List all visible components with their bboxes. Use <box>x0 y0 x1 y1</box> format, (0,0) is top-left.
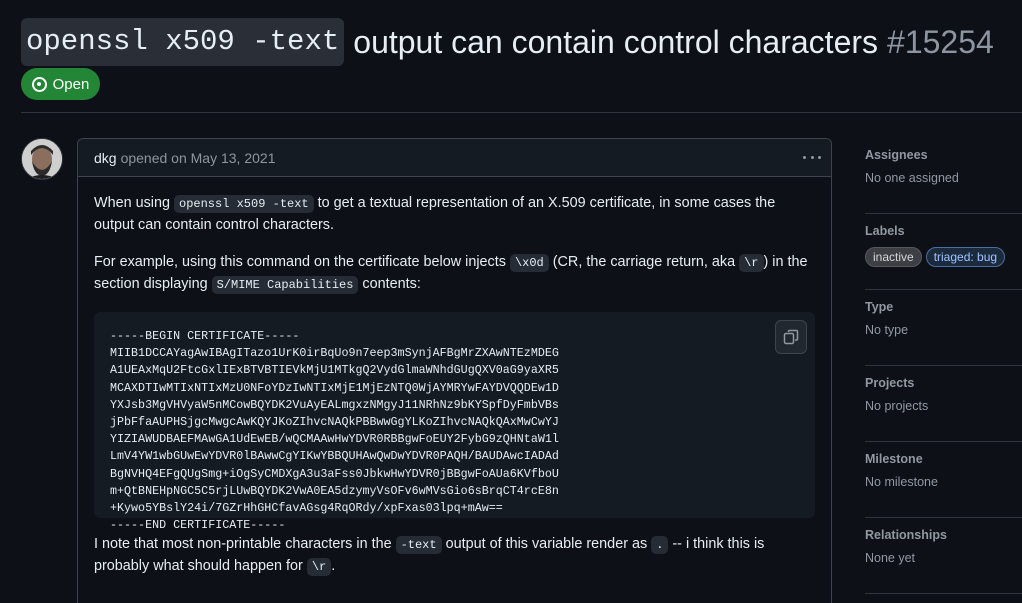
inline-code: S/MIME Capabilities <box>211 276 359 294</box>
inline-code: openssl x509 -text <box>174 195 314 213</box>
comment-header: dkg opened on May 13, 2021 <box>78 139 831 177</box>
inline-code: \r <box>306 558 332 576</box>
certificate-code-block: -----BEGIN CERTIFICATE----- MIIB1DCCAYag… <box>94 312 815 532</box>
sidebar-type: Type No type <box>865 290 1022 366</box>
sidebar-relationships: Relationships None yet <box>865 518 1022 594</box>
comment-paragraph-3: I note that most non-printable character… <box>94 534 815 578</box>
issue-description-comment: dkg opened on May 13, 2021 When using op… <box>77 138 832 603</box>
assignees-heading[interactable]: Assignees <box>865 148 1022 162</box>
comment-author-link[interactable]: dkg <box>94 150 117 166</box>
kebab-dot <box>818 155 821 159</box>
issue-title-code: openssl x509 -text <box>21 18 345 66</box>
comment-paragraph-1: When using openssl x509 -text to get a t… <box>94 193 815 236</box>
inline-code: \x0d <box>509 254 549 272</box>
issue-sidebar: Assignees No one assigned Labels inactiv… <box>865 138 1022 594</box>
open-issue-icon <box>31 76 47 92</box>
issue-title: openssl x509 -text output can contain co… <box>21 18 994 66</box>
issue-page: openssl x509 -text output can contain co… <box>0 0 1022 603</box>
copy-icon <box>783 329 799 345</box>
type-heading[interactable]: Type <box>865 300 1022 314</box>
avatar-image <box>22 139 62 179</box>
text-run: contents: <box>358 276 421 292</box>
labels-list: inactive triaged: bug <box>865 247 1022 267</box>
comment-paragraph-2: For example, using this command on the c… <box>94 252 815 296</box>
relationships-heading[interactable]: Relationships <box>865 528 1022 542</box>
sidebar-milestone: Milestone No milestone <box>865 442 1022 518</box>
inline-code: . <box>651 536 669 554</box>
sidebar-assignees: Assignees No one assigned <box>865 138 1022 214</box>
kebab-menu-icon <box>803 155 806 159</box>
type-value: No type <box>865 323 909 337</box>
sidebar-labels: Labels inactive triaged: bug <box>865 214 1022 290</box>
inline-code: -text <box>395 536 442 554</box>
label-triaged-bug[interactable]: triaged: bug <box>925 247 1006 267</box>
assignees-value: No one assigned <box>865 171 959 185</box>
comment-timestamp[interactable]: opened on May 13, 2021 <box>121 150 276 166</box>
text-run: When using <box>94 195 174 211</box>
copy-code-button[interactable] <box>775 320 807 354</box>
milestone-heading[interactable]: Milestone <box>865 452 1022 466</box>
projects-heading[interactable]: Projects <box>865 376 1022 390</box>
text-run: I note that most non-printable character… <box>94 536 396 552</box>
certificate-text: -----BEGIN CERTIFICATE----- MIIB1DCCAYag… <box>110 329 559 533</box>
relationships-value: None yet <box>865 551 916 565</box>
projects-value: No projects <box>865 399 929 413</box>
text-run: . <box>331 558 336 574</box>
milestone-value: No milestone <box>865 475 938 489</box>
comment-body: When using openssl x509 -text to get a t… <box>78 177 831 578</box>
issue-number: #15254 <box>887 24 994 60</box>
kebab-dot <box>810 155 814 159</box>
labels-heading[interactable]: Labels <box>865 224 1022 238</box>
inline-code: \r <box>739 254 764 272</box>
sidebar-projects: Projects No projects <box>865 366 1022 442</box>
author-avatar[interactable] <box>21 138 63 180</box>
comment-options-button[interactable] <box>803 149 821 165</box>
label-inactive[interactable]: inactive <box>865 247 922 267</box>
issue-title-text: output can contain control characters <box>353 24 879 60</box>
text-run: (CR, the carriage return, aka <box>548 254 740 270</box>
issue-state-label: Open <box>52 75 90 93</box>
text-run: output of this variable render as <box>441 536 652 552</box>
text-run: For example, using this command on the c… <box>94 254 510 270</box>
issue-state-badge: Open <box>21 68 100 100</box>
header-divider <box>21 112 1022 113</box>
